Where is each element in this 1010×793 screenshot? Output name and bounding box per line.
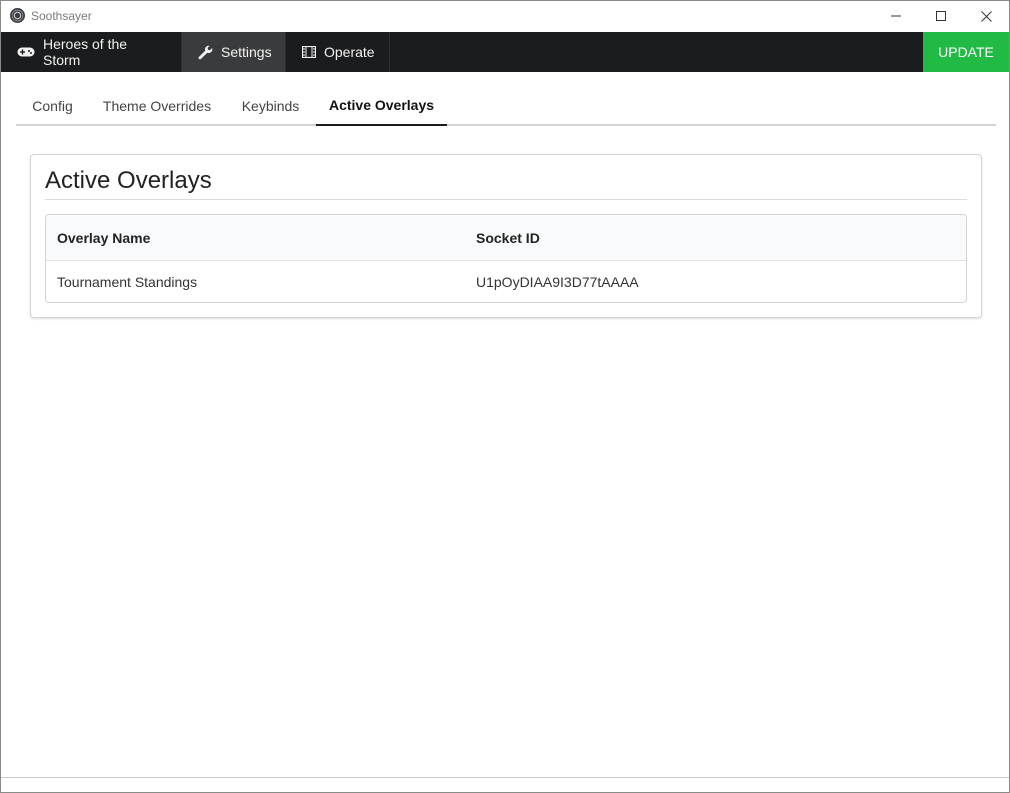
title-divider [45,199,967,200]
nav-heroes-of-the-storm[interactable]: Heroes of the Storm [1,32,182,72]
overlay-name-cell: Tournament Standings [57,273,198,290]
nav-operate[interactable]: Operate [286,32,390,72]
nav-settings[interactable]: Settings [182,32,286,72]
minimize-button[interactable] [873,1,919,31]
maximize-button[interactable] [918,1,964,31]
gamepad-icon [17,46,35,58]
overlays-table: Overlay Name Socket ID Tournament Standi… [45,214,967,303]
close-icon [980,10,992,22]
close-button[interactable] [963,1,1009,31]
page-title: Active Overlays [45,167,212,194]
status-divider [1,777,1009,778]
socket-id-cell: U1pOyDIAA9I3D77tAAAA [476,273,639,290]
title-bar[interactable]: Soothsayer [1,1,1009,31]
tab-keybinds[interactable]: Keybinds [225,85,316,126]
settings-tabs: Config Theme Overrides Keybinds Active O… [16,85,996,126]
nav-operate-label: Operate [324,44,375,60]
minimize-icon [891,15,901,17]
tab-active-overlays[interactable]: Active Overlays [316,85,447,126]
window-title: Soothsayer [31,9,92,23]
tab-config[interactable]: Config [16,85,89,126]
nav-settings-label: Settings [221,44,272,60]
app-window: Soothsayer Heroes of the Storm Settings … [0,0,1010,793]
tab-theme-overrides[interactable]: Theme Overrides [89,85,225,126]
column-header-socket-id: Socket ID [476,230,540,246]
active-overlays-panel: Active Overlays Overlay Name Socket ID T… [30,154,982,318]
nav-heroes-label: Heroes of the Storm [43,36,128,68]
top-nav: Heroes of the Storm Settings Operate UPD… [1,32,1009,72]
app-logo-icon [10,8,25,23]
wrench-icon [198,45,213,60]
update-button[interactable]: UPDATE [923,32,1009,72]
maximize-icon [936,11,946,21]
table-row: Tournament Standings U1pOyDIAA9I3D77tAAA… [46,261,966,302]
film-icon [302,46,316,58]
table-header: Overlay Name Socket ID [46,215,966,261]
column-header-overlay-name: Overlay Name [57,230,151,246]
